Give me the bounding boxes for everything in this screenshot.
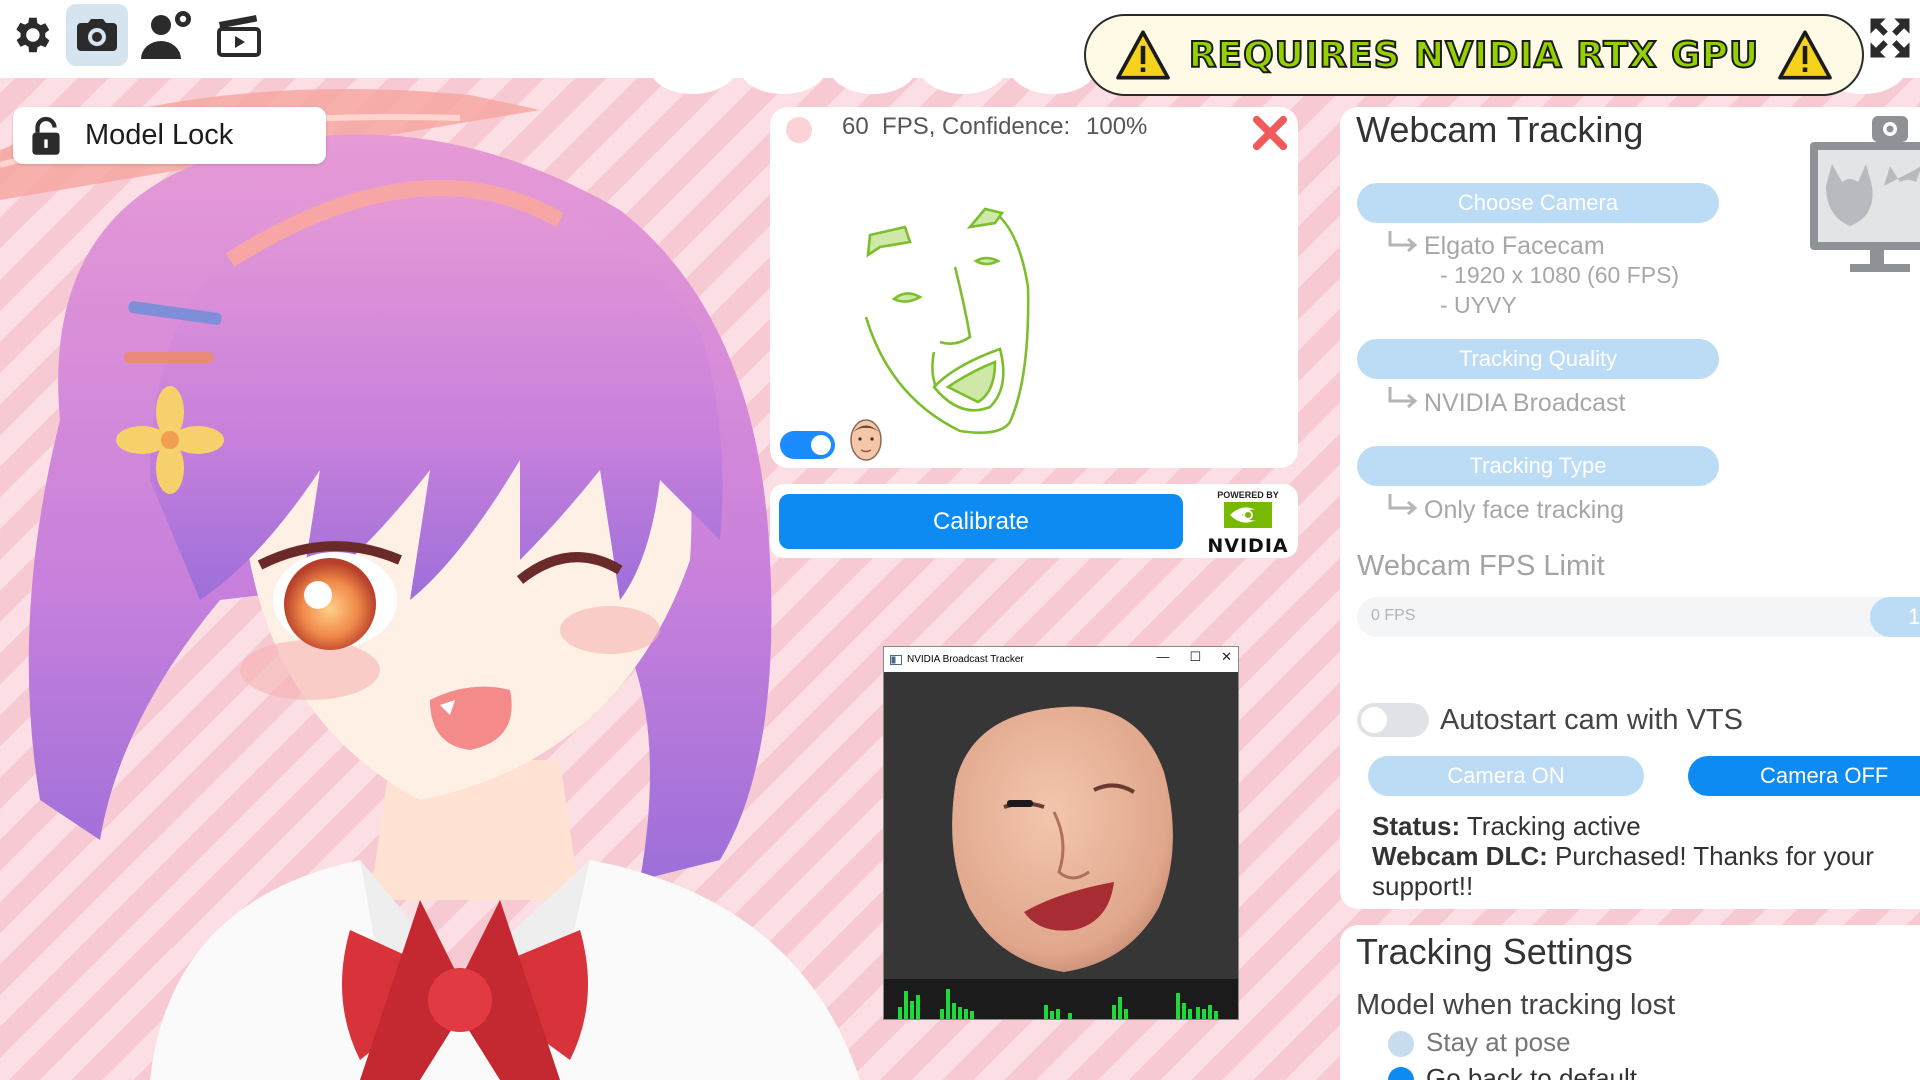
tracker-title: NVIDIA Broadcast Tracker: [907, 654, 1024, 665]
warning-icon: [1778, 30, 1833, 80]
close-icon[interactable]: [1250, 113, 1290, 153]
nvidia-tracker-window: NVIDIA Broadcast Tracker — ☐ ✕: [883, 646, 1239, 1020]
fullscreen-icon[interactable]: [1864, 12, 1916, 64]
tracking-type-value: Only face tracking: [1424, 496, 1625, 524]
camera-button[interactable]: [66, 4, 128, 66]
confidence-value: 100%: [1086, 113, 1148, 140]
status-block: Status: Tracking active Webcam DLC: Purc…: [1372, 811, 1912, 901]
powered-by-label: POWERED BY: [1217, 490, 1279, 500]
fps-readout: 60 FPS, Confidence:: [842, 113, 1071, 140]
maximize-icon[interactable]: ☐: [1189, 649, 1201, 665]
user-settings-button[interactable]: [136, 4, 198, 66]
model-lock-button[interactable]: Model Lock: [13, 107, 326, 164]
face-landmark-outline: [864, 207, 1030, 434]
autostart-label: Autostart cam with VTS: [1440, 704, 1743, 736]
camera-name: Elgato Facecam: [1424, 232, 1605, 260]
tracker-signal-bars: [884, 979, 1238, 1019]
dlc-label: Webcam DLC:: [1372, 841, 1548, 871]
status-value: Tracking active: [1466, 811, 1641, 841]
model-lock-label: Model Lock: [85, 119, 234, 151]
camera-resolution: - 1920 x 1080 (60 FPS): [1440, 262, 1680, 288]
fps-slider-thumb[interactable]: 1: [1870, 597, 1920, 637]
monitor-preview-icon[interactable]: [1810, 116, 1920, 282]
sub-arrow-icon: [1388, 231, 1418, 253]
radio-go-back-default[interactable]: [1388, 1067, 1414, 1080]
settings-title: Tracking Settings: [1356, 931, 1633, 972]
warning-icon: [1115, 30, 1170, 80]
camera-off-button[interactable]: Camera OFF: [1688, 756, 1920, 796]
nvidia-brand-label: NVIDIA: [1207, 535, 1289, 557]
warning-text: REQUIRES NVIDIA RTX GPU: [1188, 34, 1760, 77]
face-preview-toggle[interactable]: [780, 431, 835, 459]
camera-format: - UYVY: [1440, 292, 1517, 318]
status-label: Status:: [1372, 811, 1461, 841]
clapperboard-icon: [217, 15, 261, 57]
camera-icon: [77, 19, 117, 51]
radio-stay-at-pose[interactable]: [1388, 1031, 1414, 1057]
tracking-quality-value: NVIDIA Broadcast: [1424, 389, 1626, 417]
lock-icon: [32, 116, 60, 155]
choose-camera-button[interactable]: Choose Camera: [1357, 183, 1719, 223]
fps-limit-slider[interactable]: 0 FPS 1: [1357, 597, 1920, 637]
powered-by-nvidia-logo: POWERED BY NVIDIA: [1206, 488, 1290, 557]
sub-arrow-icon: [1388, 494, 1418, 516]
nvidia-eye-icon: [1224, 502, 1272, 528]
close-window-icon[interactable]: ✕: [1221, 649, 1232, 665]
user-settings-icon: [141, 11, 191, 59]
scene-button[interactable]: [208, 4, 270, 66]
sub-arrow-icon: [1388, 387, 1418, 409]
calibrate-panel: Calibrate POWERED BY NVIDIA: [770, 484, 1298, 558]
settings-button[interactable]: [0, 4, 62, 66]
tracking-lost-label: Model when tracking lost: [1356, 989, 1676, 1021]
head-model-icon[interactable]: [848, 417, 884, 463]
tracker-3d-face: [952, 706, 1173, 972]
option-go-back-default: Go back to default: [1426, 1063, 1638, 1080]
camera-on-button[interactable]: Camera ON: [1368, 756, 1644, 796]
calibrate-button[interactable]: Calibrate: [779, 494, 1183, 549]
webcam-title: Webcam Tracking: [1356, 109, 1644, 150]
tracking-type-button[interactable]: Tracking Type: [1357, 446, 1719, 486]
app-icon: [890, 654, 902, 665]
minimize-icon[interactable]: —: [1156, 649, 1169, 665]
tracking-indicator-dot: [786, 117, 812, 143]
tracking-settings-panel: Tracking Settings Model when tracking lo…: [1340, 925, 1920, 1080]
tracking-quality-button[interactable]: Tracking Quality: [1357, 339, 1719, 379]
gear-icon: [16, 17, 50, 53]
fps-limit-label: Webcam FPS Limit: [1357, 550, 1605, 582]
window-controls: — ☐ ✕: [1156, 649, 1232, 665]
option-stay-at-pose: Stay at pose: [1426, 1027, 1571, 1057]
face-preview-panel: 60 FPS, Confidence: 100%: [770, 107, 1298, 468]
rtx-warning-banner: REQUIRES NVIDIA RTX GPU: [1084, 14, 1864, 96]
fps-min-label: 0 FPS: [1371, 607, 1416, 624]
autostart-toggle[interactable]: [1357, 703, 1429, 737]
